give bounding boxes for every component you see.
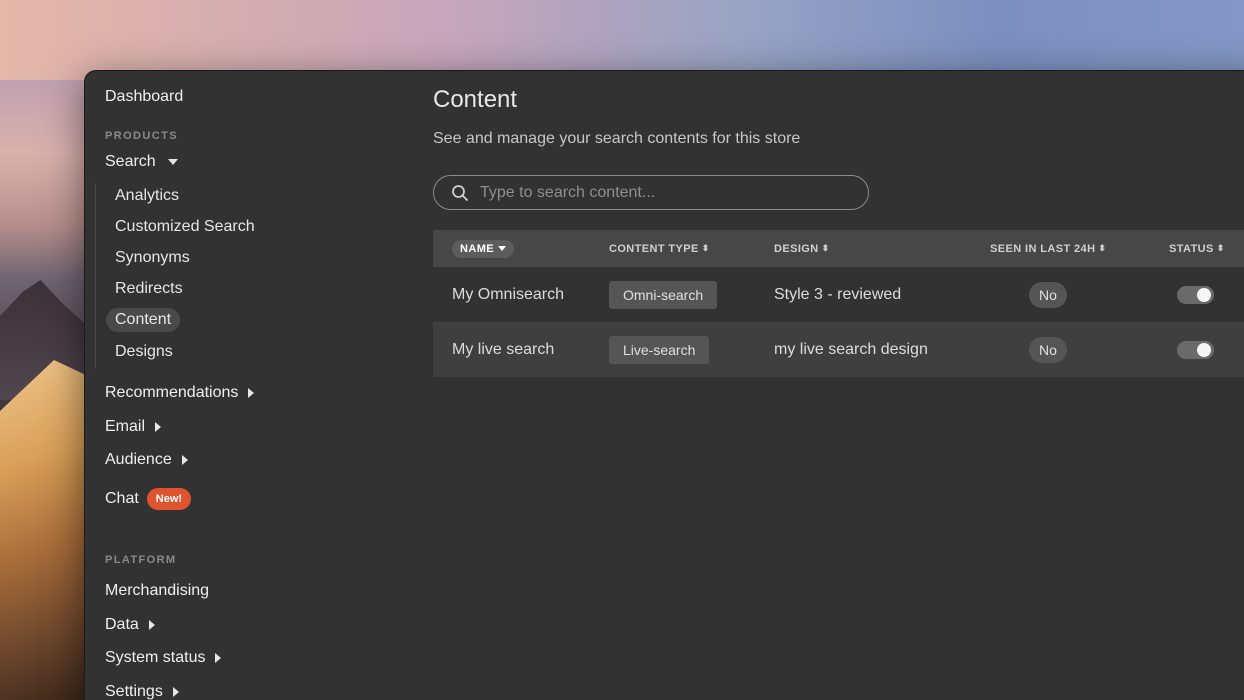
search-box[interactable] [433, 175, 869, 210]
wallpaper-sky [0, 0, 1244, 80]
sort-icon: ⬍ [821, 243, 830, 253]
main-content: Content See and manage your search conte… [433, 71, 1244, 700]
sidebar-item-label: Chat [105, 490, 139, 507]
sidebar-item-merchandising[interactable]: Merchandising [105, 582, 209, 600]
sidebar-subitem-analytics[interactable]: Analytics [115, 187, 179, 205]
column-label: NAME [460, 242, 494, 255]
page-title: Content [433, 86, 518, 113]
cell-name: My Omnisearch [452, 285, 565, 303]
column-header-content-type[interactable]: CONTENT TYPE ⬍ [609, 230, 710, 267]
search-icon [450, 183, 470, 203]
section-title-platform: PLATFORM [105, 554, 177, 566]
sidebar-item-label: Search [105, 153, 156, 170]
column-header-name[interactable]: NAME [452, 230, 514, 267]
seen-badge: No [1029, 281, 1067, 308]
chevron-right-icon [148, 620, 155, 630]
cell-status [1177, 267, 1214, 322]
sidebar-item-label: Merchandising [105, 582, 210, 599]
column-label: STATUS [1169, 242, 1214, 255]
sidebar-item-label: Email [105, 418, 146, 435]
content-type-badge: Live-search [609, 335, 710, 364]
section-title-products: PRODUCTS [105, 130, 178, 142]
toggle-knob [1197, 287, 1211, 302]
column-header-seen[interactable]: SEEN IN LAST 24H ⬍ [990, 230, 1106, 267]
sidebar-item-audience[interactable]: Audience [105, 451, 188, 469]
search-input[interactable] [478, 182, 868, 203]
sidebar-item-label: System status [105, 649, 206, 666]
content-table: NAME CONTENT TYPE ⬍ DESIGN ⬍ SEEN IN LAS… [433, 230, 1244, 377]
page-subtitle: See and manage your search contents for … [433, 130, 801, 147]
sidebar-item-search[interactable]: Search [105, 153, 178, 171]
cell-content-type: Omni-search [609, 267, 718, 322]
cell-seen: No [1029, 267, 1067, 322]
column-header-status[interactable]: STATUS ⬍ [1169, 230, 1225, 267]
app-window: Dashboard PRODUCTS Search Analytics Cust… [84, 70, 1244, 700]
sidebar-item-settings[interactable]: Settings [105, 683, 179, 700]
sidebar-item-chat[interactable]: Chat New! [105, 488, 192, 510]
sort-icon: ⬍ [701, 243, 710, 253]
sidebar-item-label: Audience [105, 451, 172, 468]
status-toggle[interactable] [1177, 340, 1214, 359]
column-label: CONTENT TYPE [609, 242, 699, 255]
cell-content-type: Live-search [609, 322, 710, 377]
sidebar-item-label: Data [105, 616, 139, 633]
sort-pill: NAME [452, 239, 514, 258]
chevron-down-icon [167, 159, 178, 165]
sidebar-subitem-customized-search[interactable]: Customized Search [115, 218, 255, 236]
table-row[interactable]: My Omnisearch Omni-search Style 3 - revi… [433, 267, 1244, 322]
sidebar: Dashboard PRODUCTS Search Analytics Cust… [85, 71, 405, 700]
chevron-right-icon [155, 422, 162, 432]
chevron-right-icon [172, 687, 179, 697]
sidebar-item-recommendations[interactable]: Recommendations [105, 384, 255, 402]
content-type-badge: Omni-search [609, 280, 718, 309]
seen-badge: No [1029, 336, 1067, 363]
new-badge: New! [146, 488, 192, 510]
table-row[interactable]: My live search Live-search my live searc… [433, 322, 1244, 377]
sidebar-subitem-designs[interactable]: Designs [115, 343, 173, 361]
sidebar-item-label: Settings [105, 683, 163, 700]
sort-icon: ⬍ [1216, 243, 1225, 253]
column-header-design[interactable]: DESIGN ⬍ [774, 230, 830, 267]
sidebar-item-data[interactable]: Data [105, 616, 155, 634]
sidebar-item-system-status[interactable]: System status [105, 649, 222, 667]
chevron-right-icon [181, 455, 188, 465]
cell-seen: No [1029, 322, 1067, 377]
table-header: NAME CONTENT TYPE ⬍ DESIGN ⬍ SEEN IN LAS… [433, 230, 1244, 267]
status-toggle[interactable] [1177, 285, 1214, 304]
subnav-divider [95, 183, 96, 369]
column-label: DESIGN [774, 242, 819, 255]
cell-design: Style 3 - reviewed [774, 285, 902, 303]
sidebar-item-email[interactable]: Email [105, 418, 162, 436]
sidebar-subitem-redirects[interactable]: Redirects [115, 280, 183, 298]
column-label: SEEN IN LAST 24H [990, 242, 1096, 255]
sidebar-subitem-content[interactable]: Content [106, 308, 181, 332]
cell-status [1177, 322, 1214, 377]
toggle-knob [1197, 342, 1211, 357]
desktop-background: Dashboard PRODUCTS Search Analytics Cust… [0, 0, 1244, 700]
cell-name: My live search [452, 340, 555, 358]
sidebar-item-dashboard[interactable]: Dashboard [105, 88, 183, 106]
wallpaper-dunes [0, 360, 90, 700]
sidebar-item-label: Recommendations [105, 384, 239, 401]
chevron-down-icon [498, 246, 506, 251]
sort-icon: ⬍ [1098, 243, 1107, 253]
chevron-right-icon [248, 388, 255, 398]
chevron-right-icon [215, 653, 222, 663]
cell-design: my live search design [774, 340, 928, 358]
sidebar-subitem-synonyms[interactable]: Synonyms [115, 249, 190, 267]
